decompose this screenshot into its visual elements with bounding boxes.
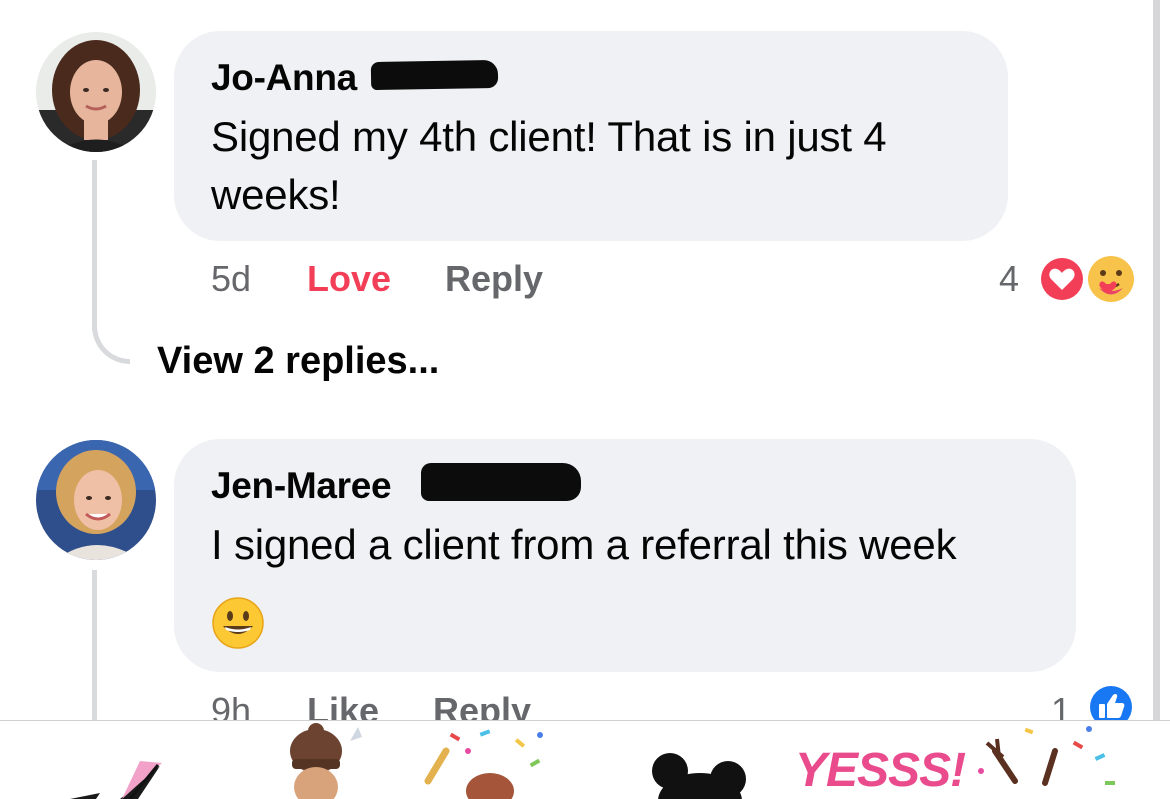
avatar[interactable] xyxy=(36,440,156,560)
cartoon-face-sticker[interactable] xyxy=(628,721,748,799)
redacted-name xyxy=(421,463,581,501)
thread-connector xyxy=(92,300,130,364)
thread-line xyxy=(92,570,97,720)
girl-beanie-sticker[interactable] xyxy=(278,721,368,799)
celebration-sticker[interactable] xyxy=(975,721,1125,799)
yesss-sticker[interactable]: YESSS! xyxy=(795,743,966,798)
comment-timestamp[interactable]: 5d xyxy=(211,258,251,300)
love-icon xyxy=(1038,255,1086,303)
avatar[interactable] xyxy=(36,32,156,152)
comment-text: Signed my 4th client! That is in just 4 xyxy=(211,113,887,160)
butterfly-sticker[interactable] xyxy=(60,721,170,799)
comment-author[interactable]: Jo-Anna xyxy=(211,57,357,99)
comment-bubble[interactable]: Jo-Anna Signed my 4th client! That is in… xyxy=(174,31,1008,241)
comment-text: weeks! xyxy=(211,171,341,218)
sticker-tray: YESSS! xyxy=(0,720,1170,799)
comment-bubble[interactable]: Jen-Maree I signed a client from a refer… xyxy=(174,439,1076,672)
party-confetti-sticker[interactable] xyxy=(420,721,555,799)
comment-text: I signed a client from a referral this w… xyxy=(211,521,957,568)
scrollbar[interactable] xyxy=(1153,0,1160,720)
view-replies-link[interactable]: View 2 replies... xyxy=(157,340,439,383)
love-reaction-button[interactable]: Love xyxy=(307,258,391,300)
redacted-name xyxy=(370,59,499,91)
comment-author[interactable]: Jen-Maree xyxy=(211,465,392,507)
care-icon xyxy=(1088,256,1134,302)
grinning-face-emoji xyxy=(212,597,264,649)
reply-button[interactable]: Reply xyxy=(445,258,543,300)
reaction-count[interactable]: 4 xyxy=(999,258,1019,300)
